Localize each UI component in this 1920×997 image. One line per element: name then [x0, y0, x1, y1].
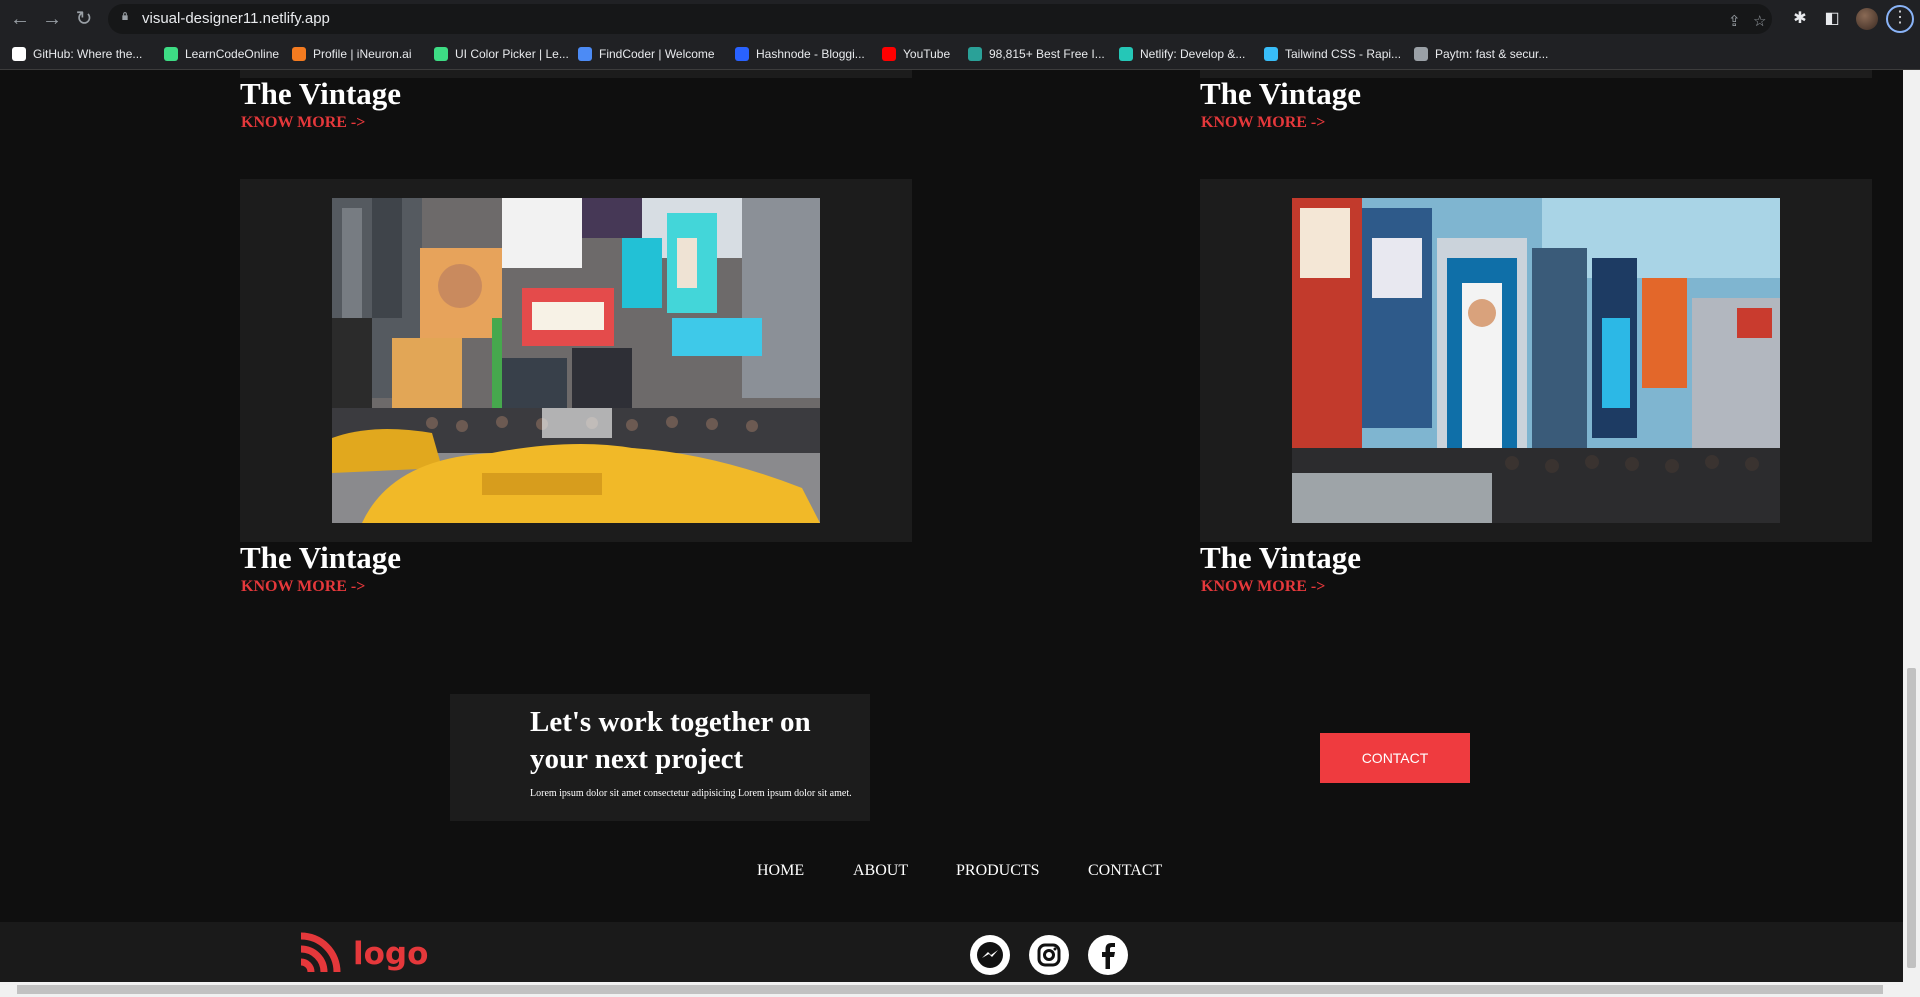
logo-text: logo — [353, 936, 429, 972]
facebook-icon[interactable] — [1088, 935, 1128, 975]
city-photo-times-square — [332, 198, 820, 523]
bookmark-label: Hashnode - Bloggi... — [756, 47, 865, 61]
youtube-icon — [882, 47, 896, 61]
bookmark-item[interactable]: 98,815+ Best Free I... — [968, 43, 1105, 65]
footer-logo[interactable]: logo — [297, 932, 428, 976]
card-title: The Vintage — [1200, 540, 1362, 575]
instagram-icon[interactable] — [1029, 935, 1069, 975]
know-more-link[interactable]: KNOW MORE -> — [1201, 114, 1325, 132]
bookmark-item[interactable]: FindCoder | Welcome — [578, 43, 715, 65]
bookmark-item[interactable]: Tailwind CSS - Rapi... — [1264, 43, 1401, 65]
vertical-scrollbar[interactable] — [1903, 70, 1920, 982]
star-icon[interactable]: ☆ — [1753, 12, 1766, 30]
bookmark-item[interactable]: UI Color Picker | Le... — [434, 43, 569, 65]
bookmark-item[interactable]: Profile | iNeuron.ai — [292, 43, 412, 65]
logo-icon — [300, 932, 341, 973]
freepik-icon — [968, 47, 982, 61]
bookmark-item[interactable]: Paytm: fast & secur... — [1414, 43, 1548, 65]
back-icon[interactable]: ← — [8, 7, 32, 31]
paytm-icon — [1414, 47, 1428, 61]
card-title: The Vintage — [240, 76, 402, 111]
scrollbar-thumb[interactable] — [1907, 668, 1916, 968]
url-text: visual-designer11.netlify.app — [142, 10, 330, 27]
page-content: The Vintage KNOW MORE -> The Vintage KNO… — [0, 70, 1903, 982]
card-title: The Vintage — [240, 540, 402, 575]
bookmark-label: Tailwind CSS - Rapi... — [1285, 47, 1402, 61]
cta-panel: Let's work together on your next project… — [450, 694, 870, 821]
extensions-icon[interactable]: ✱ — [1788, 7, 1812, 31]
footer-nav-about[interactable]: ABOUT — [853, 862, 908, 880]
reload-icon[interactable]: ↻ — [72, 7, 96, 31]
card-image-frame — [240, 179, 912, 542]
browser-toolbar: ← → ↻ visual-designer11.netlify.app ⇪ ☆ … — [0, 0, 1920, 38]
lco-icon — [434, 47, 448, 61]
bookmarks-bar: GitHub: Where the... LearnCodeOnline Profi… — [0, 38, 1920, 70]
bookmark-item[interactable]: Netlify: Develop &... — [1119, 43, 1245, 65]
horizontal-scrollbar[interactable] — [0, 982, 1920, 997]
bookmark-item[interactable]: GitHub: Where the... — [12, 43, 142, 65]
lock-icon — [122, 12, 128, 20]
bookmark-item[interactable]: YouTube — [882, 43, 950, 65]
bookmark-label: UI Color Picker | Le... — [455, 47, 569, 61]
side-panel-icon[interactable]: ◧ — [1820, 7, 1844, 31]
messenger-icon[interactable] — [970, 935, 1010, 975]
bookmark-label: Netlify: Develop &... — [1140, 47, 1246, 61]
bookmark-label: YouTube — [903, 47, 951, 61]
know-more-link[interactable]: KNOW MORE -> — [241, 114, 365, 132]
bookmark-label: FindCoder | Welcome — [599, 47, 715, 61]
ineuron-icon — [292, 47, 306, 61]
code-icon — [578, 47, 592, 61]
cta-body: Lorem ipsum dolor sit amet consectetur a… — [530, 788, 852, 799]
bookmark-item[interactable]: Hashnode - Bloggi... — [735, 43, 865, 65]
footer: logo — [0, 922, 1903, 982]
city-photo-osaka — [1292, 198, 1780, 523]
know-more-link[interactable]: KNOW MORE -> — [241, 578, 365, 596]
lco-icon — [164, 47, 178, 61]
cta-title: Let's work together on your next project — [530, 706, 811, 775]
card-title: The Vintage — [1200, 76, 1362, 111]
scrollbar-thumb[interactable] — [17, 985, 1883, 994]
bookmark-label: LearnCodeOnline — [185, 47, 280, 61]
forward-icon[interactable]: → — [40, 7, 64, 31]
bookmark-label: Profile | iNeuron.ai — [313, 47, 412, 61]
bookmark-item[interactable]: LearnCodeOnline — [164, 43, 279, 65]
github-icon — [12, 47, 26, 61]
footer-nav-home[interactable]: HOME — [757, 862, 804, 880]
contact-button[interactable]: CONTACT — [1320, 733, 1470, 783]
hashnode-icon — [735, 47, 749, 61]
bookmark-label: Paytm: fast & secur... — [1435, 47, 1549, 61]
footer-nav-products[interactable]: PRODUCTS — [956, 862, 1040, 880]
netlify-icon — [1119, 47, 1133, 61]
share-icon[interactable]: ⇪ — [1728, 12, 1741, 30]
tailwind-icon — [1264, 47, 1278, 61]
bookmark-label: GitHub: Where the... — [33, 47, 143, 61]
profile-avatar[interactable] — [1856, 8, 1878, 30]
footer-nav-contact[interactable]: CONTACT — [1088, 862, 1162, 880]
bookmark-label: 98,815+ Best Free I... — [989, 47, 1105, 61]
card-image-frame — [1200, 179, 1872, 542]
menu-icon[interactable]: ⋮ — [1886, 5, 1914, 33]
know-more-link[interactable]: KNOW MORE -> — [1201, 578, 1325, 596]
address-bar[interactable]: visual-designer11.netlify.app ⇪ ☆ — [108, 4, 1772, 34]
